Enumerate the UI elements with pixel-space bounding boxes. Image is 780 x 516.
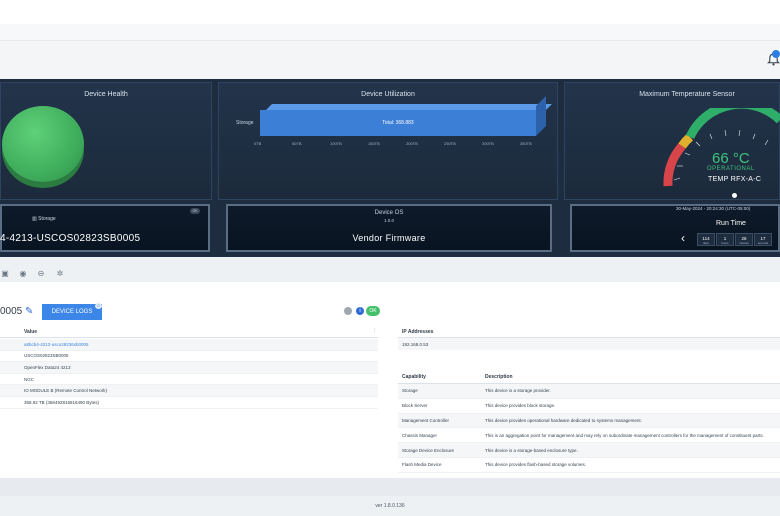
table-cell: 368.92 TB (368492816816490 Bytes) xyxy=(0,396,378,409)
table-cell: Block Server xyxy=(398,398,481,414)
table-row: OpenFlex Data24 4213 xyxy=(0,361,378,374)
table-row: a8bcb4-4213-usco28236sb0005 xyxy=(0,339,378,351)
device-os-version: 1.0.0 xyxy=(383,218,394,223)
device-uuid-link[interactable]: a8bcb4-4213-usco28236sb0005 xyxy=(0,339,378,351)
table-cell: IO MODULE B (Remote Control Network) xyxy=(0,384,378,397)
carousel-prev-chevron-icon[interactable]: ‹ xyxy=(681,231,685,245)
table-row: Flash Media Device This device provides f… xyxy=(398,457,780,473)
storage-status-tag: OK xyxy=(190,208,200,214)
carousel-indicator-dot[interactable] xyxy=(732,193,737,198)
device-os-name: Vendor Firmware xyxy=(352,233,426,243)
table-cell: Storage xyxy=(398,383,481,399)
utilization-row-label: Storage xyxy=(236,120,254,126)
x-axis-tick-label: 250TB xyxy=(444,141,456,146)
table-row: Block Server This device provides block s… xyxy=(398,398,780,414)
properties-table: a8bcb4-4213-usco28236sb0005 USCOS02823SB… xyxy=(0,339,378,409)
ip-address-value: 192.168.0.53 xyxy=(402,342,429,347)
fan-view-icon[interactable]: ✲ xyxy=(55,269,65,279)
table-cell: This device is a storage provider. xyxy=(481,383,780,399)
run-time-seconds: 17 seconds xyxy=(754,233,772,246)
table-cell: USCOS02823SB0005 xyxy=(0,350,378,363)
run-days-unit: days xyxy=(703,241,709,245)
run-minutes-unit: minutes xyxy=(739,241,749,245)
version-text: ver 1.8.0.136 xyxy=(375,503,405,509)
capability-column-header: Capability xyxy=(398,370,481,384)
table-row: Management Controller This device provide… xyxy=(398,413,780,429)
table-cell: NGC xyxy=(0,373,378,386)
breadcrumb-bar xyxy=(0,24,780,41)
table-cell: Chassis Manager xyxy=(398,427,481,444)
ip-addresses-header: IP Addresses xyxy=(402,329,434,335)
device-utilization-title: Device Utilization xyxy=(361,91,415,98)
table-row: USCOS02823SB0005 xyxy=(0,350,378,363)
footer-band xyxy=(0,478,780,496)
run-hours-unit: hours xyxy=(721,241,729,245)
storage-view-icon[interactable]: ▣ xyxy=(0,269,10,279)
device-utilization-panel: Device Utilization xyxy=(218,82,558,200)
run-time-days: 114 days xyxy=(697,233,715,246)
table-header-row: Capability Description xyxy=(398,370,780,384)
toolbar-row xyxy=(0,41,780,79)
status-gray-icon[interactable] xyxy=(344,307,352,315)
device-serial-number: 4-4213-USCOS02823SB0005 xyxy=(0,233,141,244)
table-row: Storage This device is a storage provider… xyxy=(398,383,780,399)
table-row: Storage Device Enclosure This device is a… xyxy=(398,442,780,458)
run-seconds-unit: seconds xyxy=(757,241,769,245)
table-row: NGC xyxy=(0,373,378,386)
column-menu-icon[interactable]: ⋮ xyxy=(372,328,377,334)
table-row: IO MODULE B (Remote Control Network) xyxy=(0,384,378,397)
table-cell: Flash Media Device xyxy=(398,457,481,473)
description-column-header: Description xyxy=(481,370,780,384)
edit-pencil-icon[interactable]: ✎ xyxy=(25,306,33,317)
x-axis-tick-label: 300TB xyxy=(482,141,494,146)
device-logs-badge: 0 xyxy=(95,303,102,309)
x-axis-tick-label: 200TB xyxy=(406,141,418,146)
storage-icon: ▥ xyxy=(32,216,37,222)
power-view-icon[interactable]: ⊖ xyxy=(36,269,46,279)
utilization-bar-label: Total: 368.883 xyxy=(382,120,414,126)
x-axis-tick-label: 100TB xyxy=(330,141,342,146)
device-os-title: Device OS xyxy=(374,210,404,216)
table-cell: Management Controller xyxy=(398,413,481,429)
run-time-hours: 1 hours xyxy=(716,233,734,246)
storage-card-title: ▥ Storage xyxy=(32,216,56,222)
storage-card-label: Storage xyxy=(38,216,56,222)
storage-card xyxy=(0,204,210,252)
run-time-minutes: 26 minutes xyxy=(735,233,753,246)
properties-table-header xyxy=(0,326,378,338)
temperature-sensor-name: TEMP RFX-A-C xyxy=(708,176,762,183)
top-navigation-bar xyxy=(0,0,780,25)
x-axis-tick-label: 0TB xyxy=(254,141,262,146)
x-axis-tick-label: 150TB xyxy=(368,141,380,146)
temperature-value: 66 °C xyxy=(712,150,750,167)
table-cell: This device provides operational hardwar… xyxy=(481,413,780,429)
device-health-title: Device Health xyxy=(84,91,128,98)
table-cell: OpenFlex Data24 4213 xyxy=(0,361,378,374)
info-icon[interactable]: i xyxy=(356,307,364,315)
device-logs-button[interactable]: DEVICE LOGS xyxy=(42,304,102,320)
table-cell: This device provides block storage. xyxy=(481,398,780,414)
device-id-heading: 0005 xyxy=(0,306,23,317)
properties-value-header: Value xyxy=(24,329,38,335)
capabilities-table: Capability Description Storage This devic… xyxy=(398,370,780,473)
temperature-status: OPERATIONAL xyxy=(707,166,755,172)
x-axis-tick-label: 50TB xyxy=(292,141,302,146)
notification-count-badge xyxy=(772,50,780,58)
x-axis-tick-label: 350TB xyxy=(520,141,532,146)
table-row: 368.92 TB (368492816816490 Bytes) xyxy=(0,396,378,409)
table-cell: Storage Device Enclosure xyxy=(398,442,481,458)
max-temperature-title: Maximum Temperature Sensor xyxy=(639,91,735,98)
ip-table-header xyxy=(398,326,780,338)
table-row xyxy=(398,338,780,350)
device-health-pie-chart[interactable] xyxy=(2,106,84,182)
table-row: Chassis Manager This is an aggregation po… xyxy=(398,427,780,444)
table-cell: This device provides flash-based storage… xyxy=(481,457,780,473)
network-view-icon[interactable]: ◉ xyxy=(18,269,28,279)
table-cell: This is an aggregation point for managem… xyxy=(481,427,780,444)
status-ok-badge: OK xyxy=(366,306,380,316)
run-time-title: Run Time xyxy=(716,220,746,227)
run-time-date: 30-May-2024 - 20:24:30 (UTC-05:00) xyxy=(676,206,751,211)
table-cell: This device is a storage-based enclosure… xyxy=(481,442,780,458)
